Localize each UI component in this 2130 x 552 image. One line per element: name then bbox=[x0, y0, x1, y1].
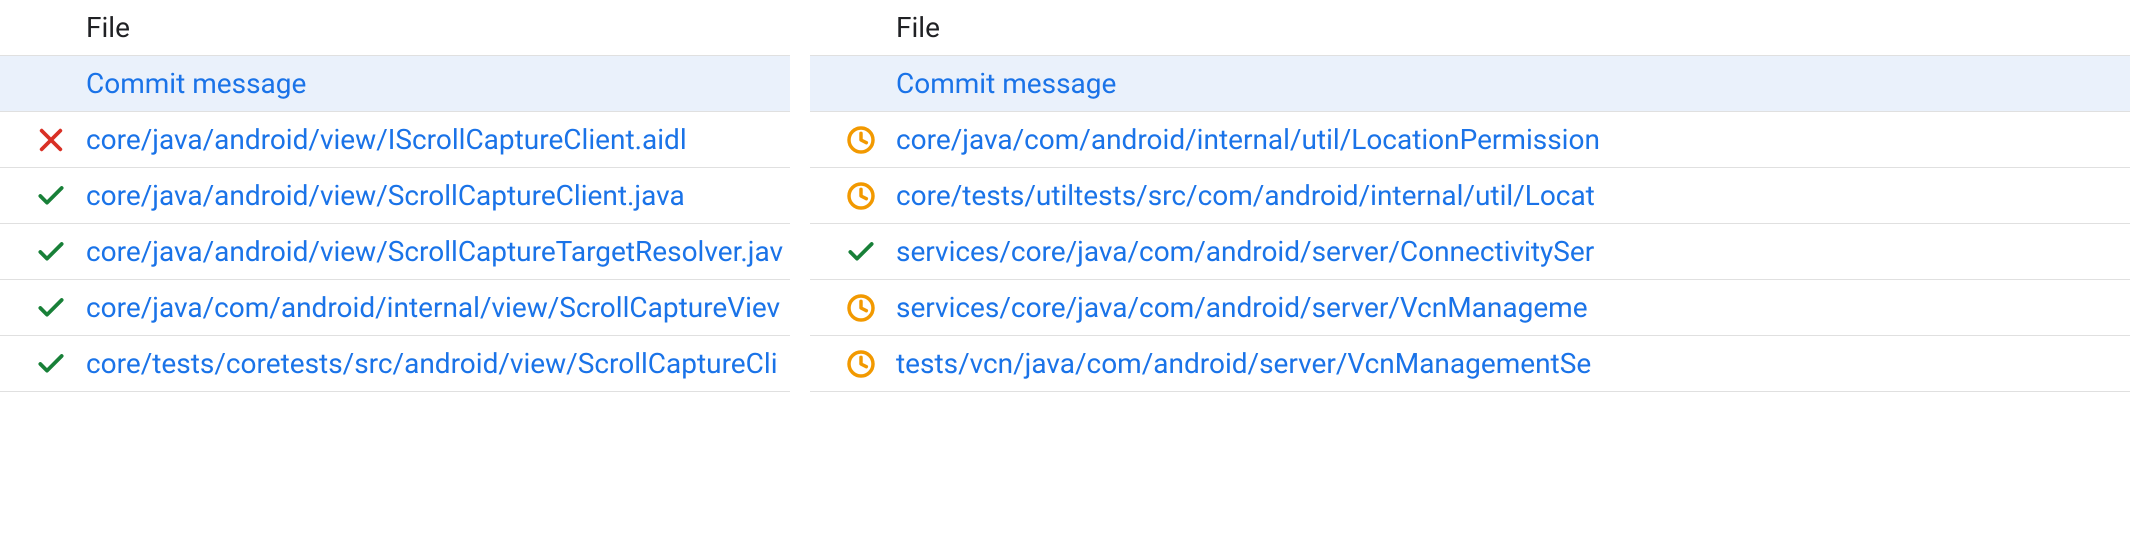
commit-message-row[interactable]: Commit message bbox=[810, 56, 2130, 112]
commit-message-link[interactable]: Commit message bbox=[896, 67, 2130, 100]
column-header-file: File bbox=[86, 11, 790, 44]
file-row[interactable]: core/java/android/view/ScrollCaptureClie… bbox=[0, 168, 790, 224]
file-path-link[interactable]: services/core/java/com/android/server/Co… bbox=[896, 235, 2130, 268]
file-row[interactable]: services/core/java/com/android/server/Co… bbox=[810, 224, 2130, 280]
left-file-panel: File Commit message core/java/android/vi… bbox=[0, 0, 790, 552]
status-icon-cell bbox=[826, 348, 896, 380]
file-row[interactable]: core/tests/coretests/src/android/view/Sc… bbox=[0, 336, 790, 392]
file-path-link[interactable]: core/java/com/android/internal/view/Scro… bbox=[86, 291, 790, 324]
status-icon-cell bbox=[826, 180, 896, 212]
file-path-link[interactable]: services/core/java/com/android/server/Vc… bbox=[896, 291, 2130, 324]
file-row[interactable]: tests/vcn/java/com/android/server/VcnMan… bbox=[810, 336, 2130, 392]
file-row[interactable]: services/core/java/com/android/server/Vc… bbox=[810, 280, 2130, 336]
commit-message-row[interactable]: Commit message bbox=[0, 56, 790, 112]
clock-icon bbox=[845, 180, 877, 212]
check-icon bbox=[35, 292, 67, 324]
file-path-link[interactable]: core/tests/coretests/src/android/view/Sc… bbox=[86, 347, 790, 380]
check-icon bbox=[35, 180, 67, 212]
file-path-link[interactable]: core/java/android/view/IScrollCaptureCli… bbox=[86, 123, 790, 156]
file-path-link[interactable]: core/java/android/view/ScrollCaptureClie… bbox=[86, 179, 790, 212]
status-icon-cell bbox=[826, 124, 896, 156]
file-row[interactable]: core/java/com/android/internal/util/Loca… bbox=[810, 112, 2130, 168]
check-icon bbox=[35, 236, 67, 268]
column-header-row: File bbox=[0, 0, 790, 56]
check-icon bbox=[845, 236, 877, 268]
clock-icon bbox=[845, 348, 877, 380]
file-row[interactable]: core/tests/utiltests/src/com/android/int… bbox=[810, 168, 2130, 224]
commit-message-link[interactable]: Commit message bbox=[86, 67, 790, 100]
column-header-file: File bbox=[896, 11, 2130, 44]
status-icon-cell bbox=[16, 236, 86, 268]
status-icon-cell bbox=[16, 348, 86, 380]
status-icon-cell bbox=[16, 180, 86, 212]
status-icon-cell bbox=[826, 292, 896, 324]
file-path-link[interactable]: tests/vcn/java/com/android/server/VcnMan… bbox=[896, 347, 2130, 380]
column-header-row: File bbox=[810, 0, 2130, 56]
file-row[interactable]: core/java/android/view/IScrollCaptureCli… bbox=[0, 112, 790, 168]
status-icon-cell bbox=[16, 124, 86, 156]
clock-icon bbox=[845, 124, 877, 156]
x-icon bbox=[35, 124, 67, 156]
panel-divider bbox=[790, 0, 810, 552]
file-path-link[interactable]: core/tests/utiltests/src/com/android/int… bbox=[896, 179, 2130, 212]
file-path-link[interactable]: core/java/com/android/internal/util/Loca… bbox=[896, 123, 2130, 156]
status-icon-cell bbox=[16, 292, 86, 324]
right-file-panel: File Commit message core/java/com/androi… bbox=[810, 0, 2130, 552]
check-icon bbox=[35, 348, 67, 380]
status-icon-cell bbox=[826, 236, 896, 268]
file-path-link[interactable]: core/java/android/view/ScrollCaptureTarg… bbox=[86, 235, 790, 268]
file-row[interactable]: core/java/com/android/internal/view/Scro… bbox=[0, 280, 790, 336]
clock-icon bbox=[845, 292, 877, 324]
file-row[interactable]: core/java/android/view/ScrollCaptureTarg… bbox=[0, 224, 790, 280]
